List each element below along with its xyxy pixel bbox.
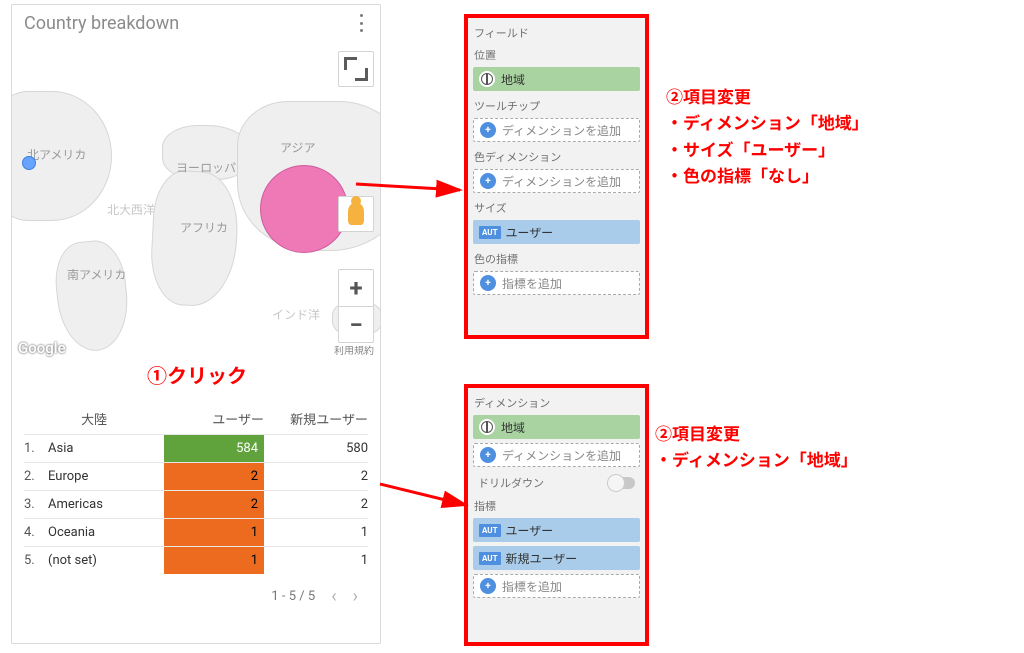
- pager: 1 - 5 / 5 ‹ ›: [24, 574, 368, 607]
- table-row[interactable]: 5.(not set)11: [24, 546, 368, 574]
- pegman-icon[interactable]: [338, 196, 374, 232]
- map-label-sa: 南アメリカ: [67, 266, 126, 283]
- label-drilldown: ドリルダウン: [478, 475, 544, 491]
- chip-metric-new-users[interactable]: AUT 新規ユーザー: [473, 546, 640, 570]
- th-new-users[interactable]: 新規ユーザー: [264, 409, 368, 428]
- label-fields: フィールド: [470, 22, 643, 44]
- row-index: 1.: [24, 435, 48, 462]
- plus-icon: +: [480, 122, 496, 138]
- map-label-europe: ヨーロッパ: [176, 159, 236, 176]
- row-name: Europe: [48, 463, 164, 490]
- panel-table-fields: ディメンション 地域 + ディメンションを追加 ドリルダウン 指標 AUT ユー…: [464, 384, 649, 646]
- chip-metric-users[interactable]: AUT ユーザー: [473, 518, 640, 542]
- label-size: サイズ: [470, 197, 643, 219]
- table-row[interactable]: 1.Asia584580: [24, 434, 368, 462]
- continent-table: 大陸 ユーザー 新規ユーザー 1.Asia5845802.Europe223.A…: [12, 403, 380, 607]
- label-dimension: ディメンション: [470, 392, 643, 414]
- row-new-users: 580: [264, 435, 368, 462]
- table-row[interactable]: 4.Oceania11: [24, 518, 368, 546]
- map-bubble-na[interactable]: [22, 156, 36, 170]
- globe-icon: [479, 71, 495, 87]
- chip-add-metric[interactable]: + 指標を追加: [473, 574, 640, 598]
- label-color-dim: 色ディメンション: [470, 146, 643, 168]
- fullscreen-icon[interactable]: [338, 51, 374, 87]
- map[interactable]: ヨーロッパ アジア アフリカ 北アメリカ 南アメリカ 北大西洋 インド洋 + −…: [12, 41, 380, 361]
- map-label-indian: インド洋: [272, 306, 320, 323]
- row-index: 2.: [24, 463, 48, 490]
- chip-add-dimension-tooltip[interactable]: + ディメンションを追加: [473, 118, 640, 142]
- row-new-users: 2: [264, 491, 368, 518]
- map-bubble-asia[interactable]: [260, 165, 348, 253]
- row-name: Asia: [48, 435, 164, 462]
- row-new-users: 1: [264, 547, 368, 574]
- aut-badge: AUT: [479, 552, 501, 565]
- row-name: Oceania: [48, 519, 164, 546]
- label-tooltip: ツールチップ: [470, 95, 643, 117]
- map-label-asia: アジア: [280, 139, 316, 156]
- row-index: 5.: [24, 547, 48, 574]
- table-row[interactable]: 2.Europe22: [24, 462, 368, 490]
- card-header: Country breakdown: [12, 5, 380, 41]
- row-name: (not set): [48, 547, 164, 574]
- zoom-controls: + −: [338, 269, 374, 343]
- map-label-africa: アフリカ: [180, 219, 228, 236]
- aut-badge: AUT: [479, 524, 501, 537]
- row-users: 1: [164, 519, 264, 546]
- drilldown-row: ドリルダウン: [470, 471, 643, 495]
- row-new-users: 1: [264, 519, 368, 546]
- map-label-na: 北アメリカ: [27, 146, 86, 163]
- globe-icon: [479, 419, 495, 435]
- row-index: 4.: [24, 519, 48, 546]
- plus-icon: +: [480, 173, 496, 189]
- chip-position-region[interactable]: 地域: [473, 67, 640, 91]
- label-color-metric: 色の指標: [470, 248, 643, 270]
- more-icon[interactable]: [354, 14, 368, 32]
- th-continent[interactable]: 大陸: [24, 409, 164, 428]
- row-users: 584: [164, 435, 264, 462]
- drilldown-toggle[interactable]: [607, 477, 635, 489]
- annotation-click: ①クリック: [147, 360, 247, 389]
- plus-icon: +: [480, 578, 496, 594]
- row-name: Americas: [48, 491, 164, 518]
- map-terms[interactable]: 利用規約: [334, 342, 374, 357]
- label-position: 位置: [470, 44, 643, 66]
- map-label-natl: 北大西洋: [107, 201, 155, 218]
- chip-dimension-region[interactable]: 地域: [473, 415, 640, 439]
- plus-icon: +: [480, 447, 496, 463]
- annotation-note-top: ②項目変更 ・ディメンション「地域」 ・サイズ「ユーザー」 ・色の指標「なし」: [666, 85, 869, 190]
- row-users: 2: [164, 491, 264, 518]
- card-title: Country breakdown: [24, 13, 354, 34]
- th-users[interactable]: ユーザー: [164, 409, 264, 428]
- row-users: 1: [164, 547, 264, 574]
- pager-prev-icon[interactable]: ‹: [331, 586, 336, 607]
- chip-add-metric-color[interactable]: + 指標を追加: [473, 271, 640, 295]
- country-breakdown-card: Country breakdown ヨーロッパ アジア アフリカ 北アメリカ 南…: [11, 4, 381, 644]
- zoom-in-button[interactable]: +: [339, 270, 373, 306]
- google-logo: Google: [18, 339, 66, 357]
- plus-icon: +: [480, 275, 496, 291]
- chip-size-users[interactable]: AUT ユーザー: [473, 220, 640, 244]
- chip-add-dimension-color[interactable]: + ディメンションを追加: [473, 169, 640, 193]
- table-row[interactable]: 3.Americas22: [24, 490, 368, 518]
- row-new-users: 2: [264, 463, 368, 490]
- label-metrics: 指標: [470, 495, 643, 517]
- pager-text: 1 - 5 / 5: [271, 589, 315, 604]
- aut-badge: AUT: [479, 226, 501, 239]
- row-index: 3.: [24, 491, 48, 518]
- pager-next-icon[interactable]: ›: [353, 586, 358, 607]
- panel-map-fields: フィールド 位置 地域 ツールチップ + ディメンションを追加 色ディメンション…: [464, 14, 649, 339]
- annotation-note-bottom: ②項目変更 ・ディメンション「地域」: [655, 422, 858, 475]
- row-users: 2: [164, 463, 264, 490]
- chip-add-dimension[interactable]: + ディメンションを追加: [473, 443, 640, 467]
- zoom-out-button[interactable]: −: [339, 306, 373, 342]
